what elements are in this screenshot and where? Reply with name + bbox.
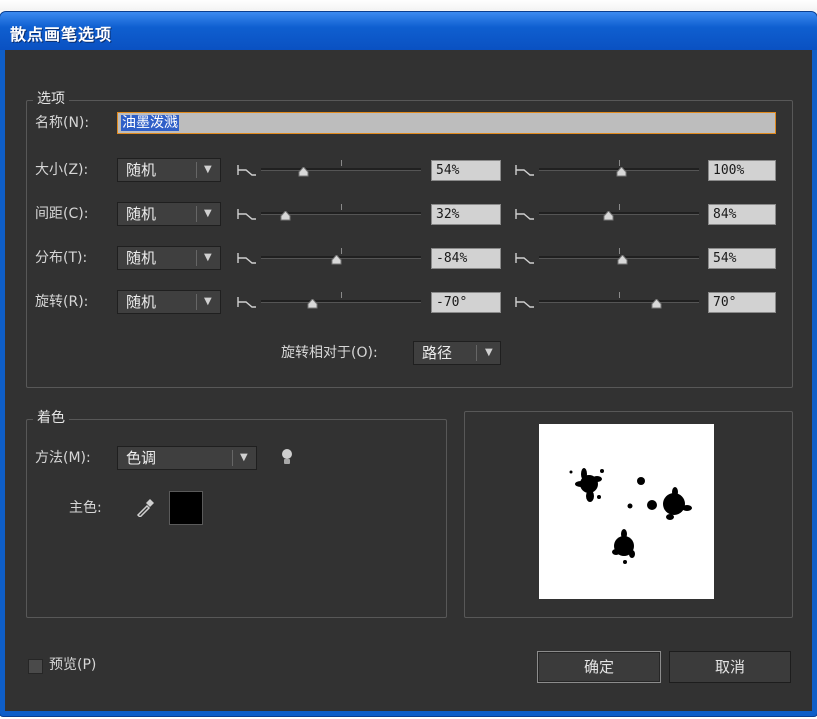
- max-slider-thumb[interactable]: [617, 250, 628, 265]
- variation-mode-value: 随机: [126, 293, 157, 311]
- min-value-field[interactable]: 32%: [431, 204, 501, 225]
- method-label: 方法(M):: [35, 450, 91, 466]
- max-slider-track[interactable]: [539, 212, 699, 215]
- method-dropdown[interactable]: 色调 ▼: [117, 446, 257, 470]
- slider-lock-icon: [515, 294, 535, 308]
- max-slider-center-tick: [619, 204, 620, 210]
- min-slider-center-tick: [341, 160, 342, 166]
- slider-lock-icon: [515, 206, 535, 220]
- dropdown-separator: [196, 162, 197, 178]
- dropdown-arrow-icon: ▼: [204, 208, 212, 219]
- variation-mode-value: 随机: [126, 249, 157, 267]
- coloring-group-label: 着色: [33, 410, 69, 426]
- key-color-swatch[interactable]: [169, 491, 203, 525]
- name-label: 名称(N):: [35, 115, 90, 131]
- preview-checkbox-label[interactable]: 预览(P): [49, 656, 96, 674]
- variation-row-label: 分布(T):: [35, 250, 88, 266]
- method-value: 色调: [126, 449, 157, 467]
- min-slider-track[interactable]: [261, 300, 421, 303]
- dropdown-arrow-icon: ▼: [204, 164, 212, 175]
- min-value-field[interactable]: 54%: [431, 160, 501, 181]
- max-slider-track[interactable]: [539, 300, 699, 303]
- slider-lock-icon: [237, 250, 257, 264]
- min-slider-thumb[interactable]: [280, 206, 291, 221]
- dropdown-arrow-icon: ▼: [485, 347, 493, 358]
- name-input[interactable]: 油墨泼溅: [117, 112, 776, 134]
- dropdown-separator: [196, 294, 197, 310]
- title-bar[interactable]: 散点画笔选项: [0, 12, 817, 50]
- variation-mode-dropdown[interactable]: 随机 ▼: [117, 158, 221, 182]
- min-slider-center-tick: [341, 292, 342, 298]
- min-value-field[interactable]: -84%: [431, 248, 501, 269]
- variation-row: 间距(C): 随机 ▼ 32% 84%: [5, 202, 812, 226]
- max-value-field[interactable]: 100%: [708, 160, 776, 181]
- min-slider-thumb[interactable]: [307, 294, 318, 309]
- max-slider-thumb[interactable]: [651, 294, 662, 309]
- slider-lock-icon: [237, 206, 257, 220]
- min-slider-thumb[interactable]: [331, 250, 342, 265]
- rotate-relative-label: 旋转相对于(O):: [281, 345, 378, 361]
- min-slider-thumb[interactable]: [298, 162, 309, 177]
- min-slider-track[interactable]: [261, 168, 421, 171]
- dropdown-separator: [196, 206, 197, 222]
- dropdown-separator: [196, 250, 197, 266]
- variation-mode-dropdown[interactable]: 随机 ▼: [117, 290, 221, 314]
- max-value-field[interactable]: 54%: [708, 248, 776, 269]
- ink-splatter-image: [569, 468, 692, 564]
- variation-row: 分布(T): 随机 ▼ -84% 54%: [5, 246, 812, 270]
- variation-mode-value: 随机: [126, 161, 157, 179]
- dropdown-separator: [476, 345, 477, 361]
- ok-button[interactable]: 确定: [537, 651, 661, 683]
- dropdown-arrow-icon: ▼: [204, 296, 212, 307]
- slider-lock-icon: [515, 250, 535, 264]
- name-input-selected-text: 油墨泼溅: [121, 115, 179, 131]
- dropdown-arrow-icon: ▼: [204, 252, 212, 263]
- options-group: [26, 100, 793, 388]
- variation-row-label: 间距(C):: [35, 206, 89, 222]
- rotate-relative-dropdown[interactable]: 路径 ▼: [413, 341, 501, 365]
- dropdown-separator: [232, 450, 233, 466]
- slider-lock-icon: [515, 162, 535, 176]
- dialog-title: 散点画笔选项: [10, 25, 113, 44]
- max-slider-center-tick: [619, 292, 620, 298]
- slider-lock-icon: [237, 162, 257, 176]
- dropdown-arrow-icon: ▼: [240, 452, 248, 463]
- variation-mode-dropdown[interactable]: 随机 ▼: [117, 202, 221, 226]
- eyedropper-icon[interactable]: [136, 499, 154, 517]
- scatter-brush-options-dialog: 散点画笔选项 选项 名称(N): 油墨泼溅 大小(Z): 随机 ▼ 54% 100% 间距…: [0, 12, 817, 716]
- variation-row-label: 旋转(R):: [35, 294, 89, 310]
- min-slider-center-tick: [341, 204, 342, 210]
- variation-mode-value: 随机: [126, 205, 157, 223]
- key-color-label: 主色:: [69, 500, 102, 516]
- options-group-label: 选项: [33, 91, 69, 107]
- cancel-button[interactable]: 取消: [669, 651, 791, 683]
- rotate-relative-value: 路径: [422, 344, 453, 362]
- min-value-field[interactable]: -70°: [431, 292, 501, 313]
- preview-checkbox[interactable]: [28, 659, 43, 674]
- max-value-field[interactable]: 84%: [708, 204, 776, 225]
- max-value-field[interactable]: 70°: [708, 292, 776, 313]
- lightbulb-tip-icon[interactable]: [280, 448, 294, 466]
- max-slider-thumb[interactable]: [616, 162, 627, 177]
- brush-preview-canvas: [539, 424, 714, 599]
- variation-row: 旋转(R): 随机 ▼ -70° 70°: [5, 290, 812, 314]
- dialog-client-area: 选项 名称(N): 油墨泼溅 大小(Z): 随机 ▼ 54% 100% 间距(C): 随机 ▼…: [5, 50, 812, 711]
- variation-row: 大小(Z): 随机 ▼ 54% 100%: [5, 158, 812, 182]
- variation-row-label: 大小(Z):: [35, 162, 89, 178]
- variation-mode-dropdown[interactable]: 随机 ▼: [117, 246, 221, 270]
- max-slider-thumb[interactable]: [603, 206, 614, 221]
- slider-lock-icon: [237, 294, 257, 308]
